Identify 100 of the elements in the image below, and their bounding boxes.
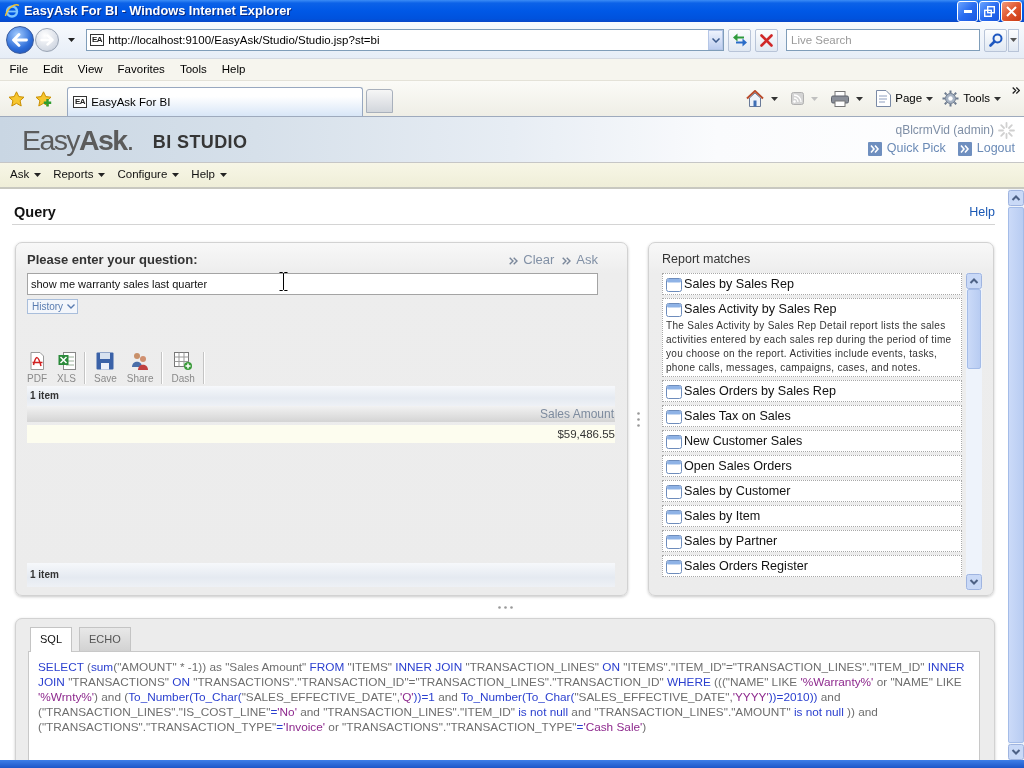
scroll-down-icon[interactable] <box>1008 744 1024 760</box>
item-count: 1 item <box>30 389 59 403</box>
scroll-up-icon[interactable] <box>966 273 982 289</box>
panel-title: Report matches <box>662 252 752 268</box>
report-title: Sales Orders Register <box>684 559 808 575</box>
report-item[interactable]: Sales by Sales Rep <box>662 273 962 295</box>
menu-item[interactable]: Configure <box>111 168 186 182</box>
window-icon <box>666 385 682 399</box>
add-favorite-icon[interactable] <box>35 90 52 107</box>
browser-tab[interactable]: EA EasyAsk For BI <box>67 87 363 116</box>
report-title: Sales by Partner <box>684 534 778 550</box>
stop-icon <box>760 33 773 47</box>
search-field[interactable]: Live Search <box>786 29 980 51</box>
text-cursor-icon <box>279 272 288 291</box>
report-item[interactable]: Open Sales Orders <box>662 455 962 477</box>
scroll-thumb[interactable] <box>967 289 981 369</box>
gear-icon <box>942 90 960 107</box>
report-item[interactable]: Sales Orders by Sales Rep <box>662 380 962 402</box>
restore-button[interactable] <box>979 0 1000 22</box>
splitter-grip-icon[interactable] <box>636 411 640 427</box>
panel-tab[interactable]: ECHO <box>79 627 131 651</box>
report-item[interactable]: Sales Orders Register <box>662 555 962 577</box>
header-link[interactable]: Quick Pick <box>867 141 946 157</box>
report-item[interactable] <box>662 298 962 377</box>
page-title: Query <box>13 202 56 221</box>
menu-item[interactable]: View <box>70 62 111 77</box>
caret-icon[interactable] <box>68 38 75 42</box>
search-button[interactable] <box>984 28 1007 52</box>
caret-icon <box>926 96 934 101</box>
history-button[interactable]: History <box>27 299 78 314</box>
caret-icon <box>98 173 106 177</box>
caret-icon[interactable] <box>771 96 779 101</box>
menu-item[interactable]: Edit <box>35 62 71 77</box>
header-link[interactable]: Logout <box>957 141 1015 157</box>
window-icon <box>666 303 682 317</box>
panel-tab[interactable]: SQL <box>30 627 72 652</box>
report-title: Open Sales Orders <box>684 459 792 475</box>
back-button[interactable] <box>6 26 34 54</box>
menu-item[interactable]: Help <box>185 168 233 182</box>
address-bar[interactable]: EA http://localhost:9100/EasyAsk/Studio/Studio.jsp?st=bi <box>86 29 724 51</box>
report-title: New Customer Sales <box>684 434 803 450</box>
close-button[interactable] <box>1001 0 1022 22</box>
window-title: EasyAsk For BI - Windows Internet Explorer <box>24 3 292 19</box>
window-icon <box>666 510 682 524</box>
report-item[interactable]: Sales Tax on Sales <box>662 405 962 427</box>
people-icon <box>131 352 150 370</box>
report-title: Sales by Item <box>684 509 761 525</box>
window-icon <box>666 485 682 499</box>
double-chevron-icon <box>562 256 572 265</box>
address-dropdown-button[interactable] <box>708 30 723 50</box>
menu-item[interactable]: Reports <box>47 168 112 182</box>
splitter-grip-icon[interactable] <box>497 605 513 609</box>
help-link[interactable]: Help <box>969 205 995 221</box>
url-field[interactable]: http://localhost:9100/EasyAsk/Studio/Studio.jsp?st=bi <box>108 31 708 49</box>
question-label: Please enter your question: <box>27 252 198 269</box>
command-menu-button[interactable]: Page <box>876 90 934 107</box>
report-item[interactable]: Sales by Item <box>662 505 962 527</box>
scroll-up-icon[interactable] <box>1008 190 1024 206</box>
menu-item[interactable]: Tools <box>172 62 215 77</box>
caret-icon <box>220 173 227 177</box>
spreadsheet-file-icon <box>57 352 76 370</box>
report-title: Sales by Sales Rep <box>684 277 794 293</box>
restore-icon <box>984 5 995 17</box>
report-description: The Sales Activity by Sales Rep Detail report lists the sales activities entered by each sales rep during the period of time you choose on the report. Activities include events, tasks, phone calls, messages, campaigns, cases, and notes. <box>666 319 953 375</box>
refresh-button[interactable] <box>728 28 751 52</box>
printer-icon[interactable] <box>831 90 850 107</box>
search-options-button[interactable] <box>1008 28 1019 52</box>
minimize-button[interactable] <box>957 0 978 22</box>
window-icon <box>666 460 682 474</box>
window-icon <box>666 535 682 549</box>
chevron-down-icon <box>67 304 76 309</box>
site-favicon: EA <box>73 96 88 108</box>
question-input[interactable]: show me warranty sales last quarter <box>27 273 598 295</box>
refresh-icon <box>731 33 748 47</box>
command-menu-button[interactable]: Tools <box>942 90 1001 107</box>
page-icon <box>876 90 892 107</box>
house-icon[interactable] <box>746 90 765 107</box>
report-item[interactable]: Sales by Partner <box>662 530 962 552</box>
forward-arrow-icon <box>40 34 54 46</box>
report-item[interactable]: Sales by Customer <box>662 480 962 502</box>
menu-item[interactable]: Favorites <box>110 62 173 77</box>
favorites-star-icon[interactable] <box>8 90 25 107</box>
caret-icon <box>34 173 42 177</box>
chevron-down-icon <box>711 37 720 43</box>
double-chevron-icon <box>509 256 519 265</box>
menu-item[interactable]: Help <box>214 62 253 77</box>
close-icon <box>1006 5 1017 17</box>
stop-button[interactable] <box>755 28 778 52</box>
double-chevron-icon[interactable] <box>1012 87 1020 94</box>
report-item[interactable]: New Customer Sales <box>662 430 962 452</box>
user-label: qBlcrmVid (admin) <box>895 123 994 139</box>
report-title: Sales Tax on Sales <box>684 409 791 425</box>
menu-item[interactable]: Ask <box>4 168 48 182</box>
report-title: Sales Activity by Sales Rep <box>684 302 837 318</box>
window-icon <box>666 435 682 449</box>
menu-item[interactable]: File <box>2 62 36 77</box>
back-arrow-icon <box>12 33 28 47</box>
scroll-down-icon[interactable] <box>966 574 982 590</box>
caret-icon <box>994 96 1001 101</box>
caret-icon[interactable] <box>856 96 864 101</box>
